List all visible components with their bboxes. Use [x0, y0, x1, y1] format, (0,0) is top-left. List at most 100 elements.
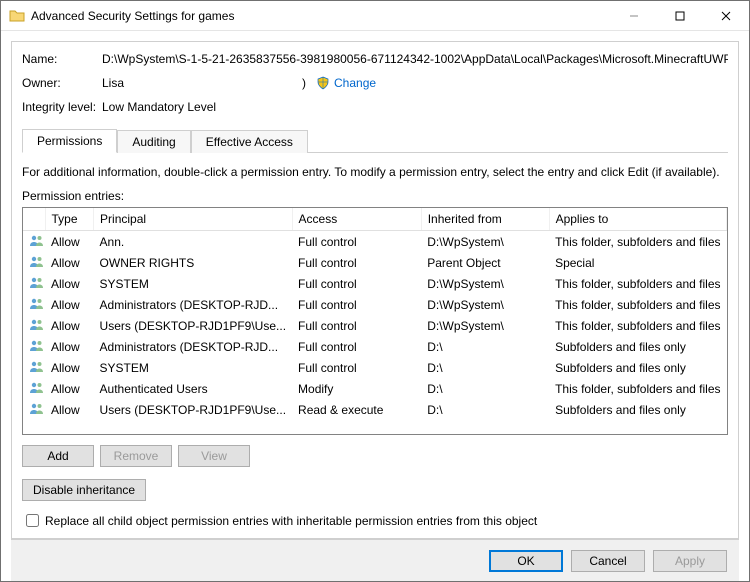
- users-icon: [23, 315, 45, 336]
- owner-extra: ): [302, 76, 306, 90]
- cell-principal: Ann.: [94, 231, 292, 253]
- entries-label: Permission entries:: [22, 189, 728, 203]
- cell-applies: This folder, subfolders and files: [549, 231, 726, 253]
- owner-row: Owner: Lisa ) Change: [22, 76, 728, 90]
- cancel-button[interactable]: Cancel: [571, 550, 645, 572]
- table-row[interactable]: AllowUsers (DESKTOP-RJD1PF9\Use...Read &…: [23, 399, 727, 420]
- users-icon: [23, 399, 45, 420]
- tab-auditing[interactable]: Auditing: [117, 130, 190, 153]
- col-access-header[interactable]: Access: [292, 208, 421, 231]
- table-row[interactable]: AllowAnn.Full controlD:\WpSystem\This fo…: [23, 231, 727, 253]
- maximize-button[interactable]: [657, 1, 703, 31]
- cell-access: Full control: [292, 294, 421, 315]
- tab-effective-access[interactable]: Effective Access: [191, 130, 308, 153]
- view-button[interactable]: View: [178, 445, 250, 467]
- folder-icon: [9, 8, 25, 24]
- cell-type: Allow: [45, 399, 94, 420]
- add-button[interactable]: Add: [22, 445, 94, 467]
- cell-access: Full control: [292, 273, 421, 294]
- cell-inherited: D:\WpSystem\: [421, 315, 549, 336]
- integrity-label: Integrity level:: [22, 100, 102, 114]
- cell-inherited: Parent Object: [421, 252, 549, 273]
- table-row[interactable]: AllowSYSTEMFull controlD:\Subfolders and…: [23, 357, 727, 378]
- replace-checkbox-label: Replace all child object permission entr…: [45, 514, 537, 528]
- permission-table-wrap: Type Principal Access Inherited from App…: [22, 207, 728, 435]
- footer: OK Cancel Apply: [11, 539, 739, 581]
- cell-access: Full control: [292, 231, 421, 253]
- table-row[interactable]: AllowAdministrators (DESKTOP-RJD...Full …: [23, 336, 727, 357]
- cell-type: Allow: [45, 315, 94, 336]
- cell-applies: Subfolders and files only: [549, 357, 726, 378]
- cell-inherited: D:\WpSystem\: [421, 294, 549, 315]
- shield-icon: [316, 76, 330, 90]
- table-row[interactable]: AllowAuthenticated UsersModifyD:\This fo…: [23, 378, 727, 399]
- advanced-security-window: Advanced Security Settings for games Nam…: [0, 0, 750, 582]
- replace-checkbox[interactable]: [26, 514, 39, 527]
- cell-access: Full control: [292, 336, 421, 357]
- cell-inherited: D:\: [421, 357, 549, 378]
- col-applies-header[interactable]: Applies to: [549, 208, 726, 231]
- tab-bar: Permissions Auditing Effective Access: [22, 128, 728, 153]
- cell-access: Full control: [292, 252, 421, 273]
- col-inherited-header[interactable]: Inherited from: [421, 208, 549, 231]
- table-row[interactable]: AllowUsers (DESKTOP-RJD1PF9\Use...Full c…: [23, 315, 727, 336]
- cell-access: Modify: [292, 378, 421, 399]
- cell-principal: SYSTEM: [94, 357, 292, 378]
- info-text: For additional information, double-click…: [22, 165, 728, 179]
- window-title: Advanced Security Settings for games: [31, 9, 611, 23]
- cell-type: Allow: [45, 231, 94, 253]
- cell-applies: This folder, subfolders and files: [549, 294, 726, 315]
- cell-inherited: D:\WpSystem\: [421, 231, 549, 253]
- name-row: Name: D:\WpSystem\S-1-5-21-2635837556-39…: [22, 52, 728, 66]
- cell-access: Read & execute: [292, 399, 421, 420]
- owner-value: Lisa: [102, 76, 302, 90]
- cell-type: Allow: [45, 294, 94, 315]
- minimize-button[interactable]: [611, 1, 657, 31]
- disable-inheritance-button[interactable]: Disable inheritance: [22, 479, 146, 501]
- titlebar: Advanced Security Settings for games: [1, 1, 749, 31]
- owner-label: Owner:: [22, 76, 102, 90]
- cell-type: Allow: [45, 336, 94, 357]
- cell-type: Allow: [45, 273, 94, 294]
- col-icon-header[interactable]: [23, 208, 45, 231]
- cell-inherited: D:\: [421, 399, 549, 420]
- ok-button[interactable]: OK: [489, 550, 563, 572]
- cell-applies: Subfolders and files only: [549, 336, 726, 357]
- users-icon: [23, 378, 45, 399]
- table-header-row: Type Principal Access Inherited from App…: [23, 208, 727, 231]
- integrity-row: Integrity level: Low Mandatory Level: [22, 100, 728, 114]
- cell-type: Allow: [45, 252, 94, 273]
- change-owner-link[interactable]: Change: [316, 76, 376, 90]
- cell-type: Allow: [45, 378, 94, 399]
- apply-button[interactable]: Apply: [653, 550, 727, 572]
- table-row[interactable]: AllowOWNER RIGHTSFull controlParent Obje…: [23, 252, 727, 273]
- table-row[interactable]: AllowAdministrators (DESKTOP-RJD...Full …: [23, 294, 727, 315]
- entry-button-row: Add Remove View: [22, 445, 728, 467]
- cell-access: Full control: [292, 357, 421, 378]
- close-button[interactable]: [703, 1, 749, 31]
- cell-principal: Authenticated Users: [94, 378, 292, 399]
- cell-principal: Users (DESKTOP-RJD1PF9\Use...: [94, 315, 292, 336]
- cell-type: Allow: [45, 357, 94, 378]
- inner-frame: Name: D:\WpSystem\S-1-5-21-2635837556-39…: [11, 41, 739, 539]
- cell-principal: Users (DESKTOP-RJD1PF9\Use...: [94, 399, 292, 420]
- content-area: Name: D:\WpSystem\S-1-5-21-2635837556-39…: [1, 31, 749, 581]
- cell-applies: This folder, subfolders and files: [549, 273, 726, 294]
- col-type-header[interactable]: Type: [45, 208, 94, 231]
- replace-checkbox-row: Replace all child object permission entr…: [22, 511, 728, 530]
- permission-table: Type Principal Access Inherited from App…: [23, 208, 727, 420]
- users-icon: [23, 336, 45, 357]
- table-row[interactable]: AllowSYSTEMFull controlD:\WpSystem\This …: [23, 273, 727, 294]
- cell-principal: Administrators (DESKTOP-RJD...: [94, 336, 292, 357]
- cell-applies: This folder, subfolders and files: [549, 315, 726, 336]
- change-link-text: Change: [334, 76, 376, 90]
- col-principal-header[interactable]: Principal: [94, 208, 292, 231]
- remove-button[interactable]: Remove: [100, 445, 172, 467]
- cell-principal: Administrators (DESKTOP-RJD...: [94, 294, 292, 315]
- cell-applies: This folder, subfolders and files: [549, 378, 726, 399]
- users-icon: [23, 357, 45, 378]
- integrity-value: Low Mandatory Level: [102, 100, 728, 114]
- cell-applies: Subfolders and files only: [549, 399, 726, 420]
- tab-permissions[interactable]: Permissions: [22, 129, 117, 153]
- cell-applies: Special: [549, 252, 726, 273]
